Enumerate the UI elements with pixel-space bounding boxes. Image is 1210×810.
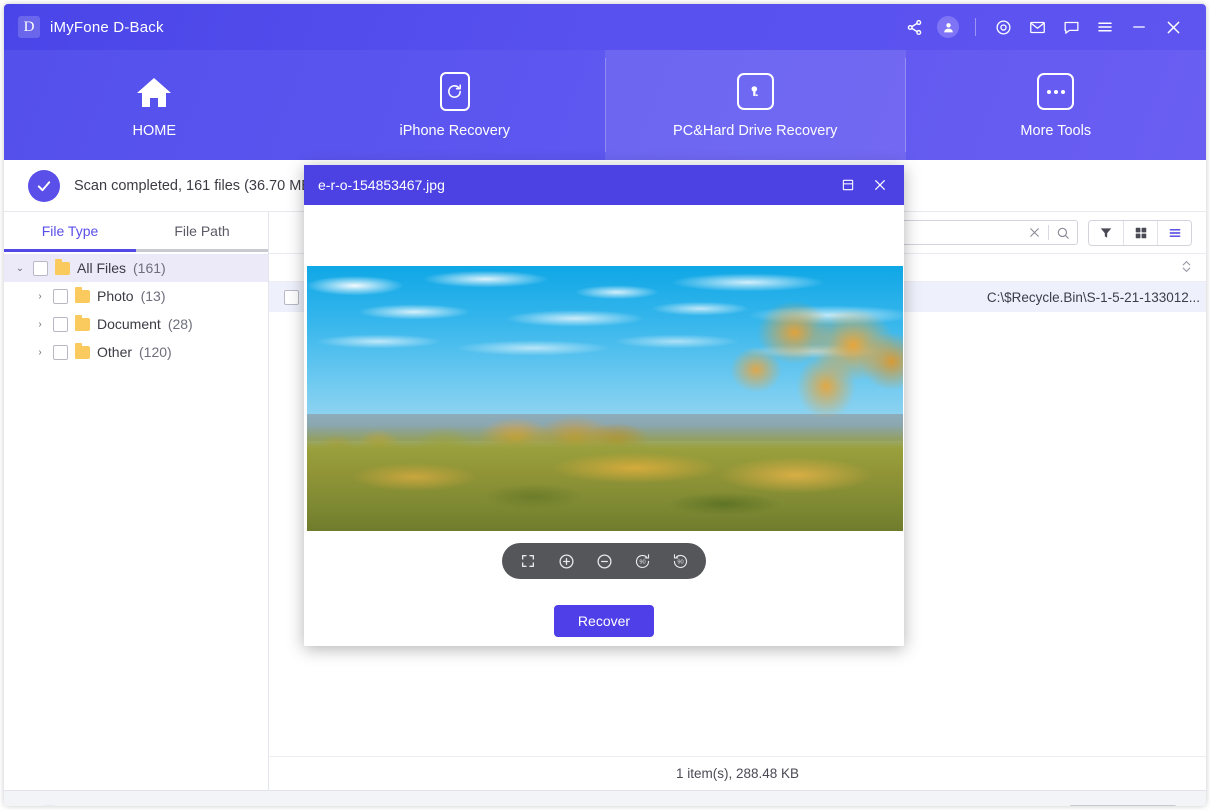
chevron-right-icon[interactable]: ›	[34, 347, 46, 358]
chevron-right-icon[interactable]: ›	[34, 319, 46, 330]
scan-status-text: Scan completed, 161 files (36.70 MB) h	[74, 177, 328, 194]
list-view-icon[interactable]	[1157, 220, 1191, 245]
tree-checkbox[interactable]	[53, 288, 68, 304]
sort-icon[interactable]	[1181, 260, 1206, 276]
dialog-actions	[832, 170, 896, 200]
tree-item-document[interactable]: › Document (28)	[4, 310, 268, 338]
divider	[975, 18, 976, 36]
app-title: iMyFone D-Back	[50, 18, 164, 36]
image-preview-dialog: e-r-o-154853467.jpg 90 90 Recover	[304, 165, 904, 646]
search-icon[interactable]	[1049, 221, 1077, 244]
tab-file-path[interactable]: File Path	[136, 212, 268, 249]
filter-icon[interactable]	[1089, 220, 1123, 245]
svg-text:90: 90	[639, 559, 645, 565]
view-mode-group	[1088, 219, 1192, 246]
phone-refresh-icon	[439, 72, 470, 112]
tree-checkbox[interactable]	[53, 344, 68, 360]
dialog-body: 90 90 Recover	[304, 205, 904, 646]
chevron-down-icon[interactable]: ⌄	[14, 263, 26, 274]
application-window: D iMyFone D-Back HOME iPhone Recovery PC…	[4, 4, 1206, 806]
minimize-icon[interactable]	[1122, 10, 1156, 44]
image-viewer-toolbar: 90 90	[502, 543, 706, 579]
home-icon	[134, 72, 174, 112]
tree-checkbox[interactable]	[33, 260, 48, 276]
dialog-title-bar: e-r-o-154853467.jpg	[304, 165, 904, 205]
preview-image	[307, 266, 903, 531]
title-bar-actions	[897, 10, 1206, 44]
nav-label-pc-hard-drive-recovery: PC&Hard Drive Recovery	[673, 122, 838, 139]
chat-icon[interactable]	[1054, 10, 1088, 44]
row-checkbox[interactable]	[283, 289, 299, 305]
tree-item-other[interactable]: › Other (120)	[4, 338, 268, 366]
rotate-left-90-icon[interactable]: 90	[630, 549, 654, 573]
menu-icon[interactable]	[1088, 10, 1122, 44]
nav-label-home: HOME	[132, 122, 177, 139]
check-circle-icon	[28, 169, 60, 202]
sidebar: File Type File Path ⌄ All Files (161) ›	[4, 212, 269, 790]
zoom-in-icon[interactable]	[554, 549, 578, 573]
tree-item-all-files[interactable]: ⌄ All Files (161)	[4, 254, 268, 282]
tree-count-document: (28)	[167, 316, 193, 332]
nav-label-more-tools: More Tools	[1020, 122, 1092, 139]
monitor-key-icon	[736, 72, 774, 112]
tree-checkbox[interactable]	[53, 316, 68, 332]
nav-item-more-tools[interactable]: More Tools	[906, 50, 1207, 160]
tree-label-all-files: All Files	[77, 260, 127, 276]
target-icon[interactable]	[986, 10, 1020, 44]
selection-summary: 1 item(s), 288.48 KB	[269, 756, 1206, 790]
tree-count-other: (120)	[139, 344, 172, 360]
share-icon[interactable]	[897, 10, 931, 44]
svg-text:90: 90	[677, 559, 683, 565]
tree-label-photo: Photo	[97, 288, 134, 304]
nav-item-iphone-recovery[interactable]: iPhone Recovery	[305, 50, 606, 160]
mail-icon[interactable]	[1020, 10, 1054, 44]
tab-underline	[4, 249, 268, 252]
nav-label-iphone-recovery: iPhone Recovery	[399, 122, 510, 139]
tree-label-other: Other	[97, 344, 133, 360]
restore-window-icon[interactable]	[832, 170, 864, 200]
tree-count-photo: (13)	[140, 288, 166, 304]
fullscreen-icon[interactable]	[516, 549, 540, 573]
nav-item-pc-hard-drive-recovery[interactable]: PC&Hard Drive Recovery	[605, 50, 906, 160]
account-icon[interactable]	[931, 10, 965, 44]
ellipsis-icon	[1037, 72, 1075, 112]
rotate-right-90-icon[interactable]: 90	[668, 549, 692, 573]
folder-icon	[55, 258, 70, 275]
footer-bar: Worred about losing data? Try saving you…	[4, 790, 1206, 806]
clear-icon[interactable]	[1020, 221, 1048, 244]
title-bar: D iMyFone D-Back	[4, 4, 1206, 50]
close-icon[interactable]	[864, 170, 896, 200]
dialog-recover-button[interactable]: Recover	[554, 605, 654, 637]
tree-count-all-files: (161)	[133, 260, 166, 276]
main-nav: HOME iPhone Recovery PC&Hard Drive Recov…	[4, 50, 1206, 160]
tree-label-document: Document	[97, 316, 161, 332]
tree-item-photo[interactable]: › Photo (13)	[4, 282, 268, 310]
app-logo: D	[18, 16, 40, 38]
folder-icon	[75, 286, 90, 303]
chevron-right-icon[interactable]: ›	[34, 291, 46, 302]
recover-button[interactable]: Recover	[1068, 804, 1178, 806]
brand: D iMyFone D-Back	[4, 16, 164, 38]
avatar	[937, 16, 959, 38]
dialog-file-name: e-r-o-154853467.jpg	[318, 177, 445, 193]
grid-view-icon[interactable]	[1123, 220, 1157, 245]
file-type-tree: ⌄ All Files (161) › Photo (13) › Documen…	[4, 252, 268, 366]
sidebar-tabs: File Type File Path	[4, 212, 268, 249]
tab-file-type[interactable]: File Type	[4, 212, 136, 249]
folder-icon	[75, 342, 90, 359]
close-icon[interactable]	[1156, 10, 1190, 44]
folder-icon	[75, 314, 90, 331]
nav-item-home[interactable]: HOME	[4, 50, 305, 160]
zoom-out-icon[interactable]	[592, 549, 616, 573]
